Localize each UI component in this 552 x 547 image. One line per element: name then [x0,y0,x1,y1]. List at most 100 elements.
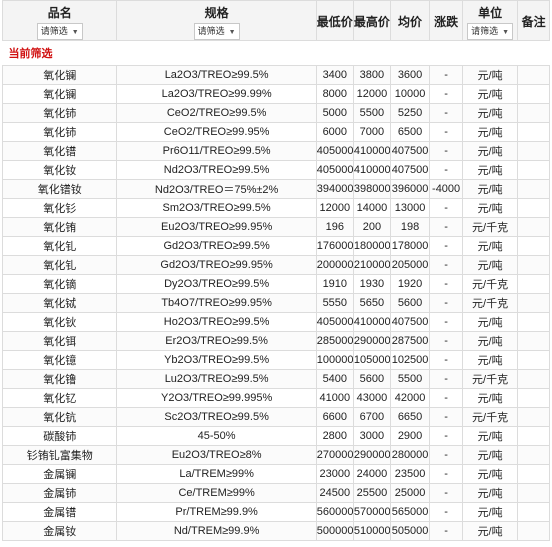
row-name: 氧化钆 [1,255,118,275]
row-unit: 元/吨 [462,84,519,104]
row-avg-price: 13000 [389,198,431,218]
table-row: 金属镧 La/TREM≥99% 23000 24000 23500- 元/吨 [1,464,550,484]
table-row: 氧化钆 Gd2O3/TREO≥99.95% 200000 210000 205000- 元… [1,255,550,275]
row-avg-price: 6650 [389,407,431,427]
row-avg-price: 2900 [389,426,431,446]
row-max-price: 290000 [352,331,391,351]
row-spec: La2O3/TREO≥99.5% [116,65,317,85]
filter-spec-select[interactable]: 请筛选 ▼ [193,23,240,40]
row-unit: 元/千克 [462,369,519,389]
row-change: - [429,502,464,522]
row-change: -4000 [429,179,464,199]
header-avg[interactable]: 均价 [389,0,431,41]
row-min-price: 270000 [315,445,354,465]
table-row: 氧化铒 Er2O3/TREO≥99.5% 285000 290000 287500- 元/… [1,331,550,351]
row-note [517,388,550,408]
row-avg-price: 25000 [389,483,431,503]
row-max-price: 510000 [352,521,391,541]
row-name: 氧化钆 [1,236,118,256]
header-change[interactable]: 涨跌 [429,0,464,41]
row-max-price: 570000 [352,502,391,522]
row-unit: 元/吨 [462,445,519,465]
row-name: 金属铈 [1,483,118,503]
row-min-price: 3400 [315,65,354,85]
row-max-price: 200 [352,217,391,237]
row-min-price: 200000 [315,255,354,275]
row-min-price: 560000 [315,502,354,522]
row-unit: 元/千克 [462,274,519,294]
row-change: - [429,369,464,389]
row-spec: 45-50% [116,426,317,446]
row-change: - [429,331,464,351]
row-avg-price: 407500 [389,312,431,332]
row-note [517,464,550,484]
header-min-label: 最低价 [316,15,353,29]
row-change: - [429,521,464,541]
row-spec: Nd2O3/TREO≥99.5% [116,160,317,180]
header-unit: 单位 请筛选 ▼ [462,0,519,41]
row-change: - [429,217,464,237]
header-max[interactable]: 最高价 [352,0,391,41]
row-unit: 元/千克 [462,217,519,237]
table-row: 氧化镥 Lu2O3/TREO≥99.5% 5400 5600 5500- 元/千克 [1,369,550,389]
row-min-price: 24500 [315,483,354,503]
row-min-price: 5550 [315,293,354,313]
row-unit: 元/吨 [462,198,519,218]
row-note [517,160,550,180]
row-avg-price: 42000 [389,388,431,408]
row-spec: Y2O3/TREO≥99.995% [116,388,317,408]
header-max-label: 最高价 [353,15,390,29]
row-spec: Eu2O3/TREO≥8% [116,445,317,465]
row-spec: Sm2O3/TREO≥99.5% [116,198,317,218]
row-change: - [429,274,464,294]
row-change: - [429,407,464,427]
row-spec: Tb4O7/TREO≥99.95% [116,293,317,313]
header-min[interactable]: 最低价 [315,0,354,41]
table-row: 金属铈 Ce/TREM≥99% 24500 25500 25000- 元/吨 [1,483,550,503]
row-unit: 元/吨 [462,521,519,541]
table-row: 碳酸铈 45-50% 2800 3000 2900- 元/吨 [1,426,550,446]
row-min-price: 405000 [315,160,354,180]
row-change: - [429,141,464,161]
row-max-price: 105000 [352,350,391,370]
row-avg-price: 407500 [389,141,431,161]
row-spec: Ce/TREM≥99% [116,483,317,503]
row-unit: 元/吨 [462,483,519,503]
table-row: 氧化镱 Yb2O3/TREO≥99.5% 100000 105000 102500- 元/… [1,350,550,370]
row-min-price: 1910 [315,274,354,294]
row-unit: 元/吨 [462,502,519,522]
row-avg-price: 23500 [389,464,431,484]
row-name: 氧化镝 [1,274,118,294]
row-spec: La/TREM≥99% [116,464,317,484]
header-avg-label: 均价 [398,15,423,29]
row-spec: Ho2O3/TREO≥99.5% [116,312,317,332]
row-min-price: 100000 [315,350,354,370]
header-row: 品名 请筛选 ▼ 规格 请筛选 ▼ 最低价 最高价 均价 涨跌 单位 请筛选 ▼ 备注 [1,0,550,41]
row-name: 氧化铕 [1,217,118,237]
filter-name-select[interactable]: 请筛选 ▼ [36,23,83,40]
row-unit: 元/吨 [462,350,519,370]
table-row: 氧化镨钕 Nd2O3/TREO＝75%±2% 394000 398000 396000-… [1,179,550,199]
row-change: - [429,236,464,256]
row-max-price: 410000 [352,141,391,161]
row-change: - [429,293,464,313]
table-row: 氧化钕 Nd2O3/TREO≥99.5% 405000 410000 407500- 元/… [1,160,550,180]
row-min-price: 196 [315,217,354,237]
table-row: 氧化镝 Dy2O3/TREO≥99.5% 1910 1930 1920- 元/千克 [1,274,550,294]
row-avg-price: 178000 [389,236,431,256]
row-min-price: 5400 [315,369,354,389]
row-change: - [429,103,464,123]
row-avg-price: 280000 [389,445,431,465]
row-max-price: 290000 [352,445,391,465]
row-min-price: 6600 [315,407,354,427]
row-min-price: 500000 [315,521,354,541]
header-spec-label: 规格 [204,6,229,20]
row-name: 氧化镧 [1,65,118,85]
row-max-price: 210000 [352,255,391,275]
row-max-price: 180000 [352,236,391,256]
filter-unit-select[interactable]: 请筛选 ▼ [467,23,514,40]
table-row: 氧化铽 Tb4O7/TREO≥99.95% 5550 5650 5600- 元/千克 [1,293,550,313]
row-avg-price: 407500 [389,160,431,180]
row-note [517,274,550,294]
row-name: 金属镧 [1,464,118,484]
